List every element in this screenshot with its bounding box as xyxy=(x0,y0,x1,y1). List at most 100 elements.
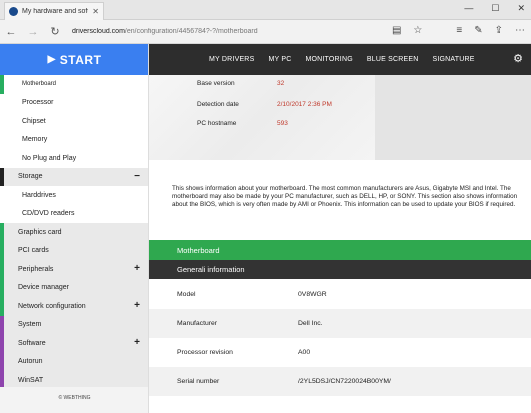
sidebar-item-graphics-card[interactable]: Graphics card xyxy=(0,223,148,242)
nav-my-pc[interactable]: MY PC xyxy=(268,56,291,63)
table-row: Model 0V8WGR xyxy=(149,280,531,309)
subsection-title: Generali information xyxy=(177,265,245,274)
nav-monitoring[interactable]: MONITORING xyxy=(305,56,352,63)
section-title: Motherboard xyxy=(177,245,220,255)
sidebar-menu: Motherboard Processor Chipset Memory No Plug… xyxy=(0,75,148,390)
address-bar-row: ← → ↻ driverscloud.com/en/configuration/… xyxy=(0,20,531,44)
sidebar-item-label: Software xyxy=(18,339,46,347)
row-value: 0V8WGR xyxy=(298,291,327,298)
start-label: START xyxy=(59,52,102,67)
top-navigation: MY DRIVERS MY PC MONITORING BLUE SCREEN … xyxy=(149,44,531,75)
sidebar-item-label: Harddrives xyxy=(22,191,56,199)
more-icon[interactable]: ⋯ xyxy=(515,25,525,36)
close-tab-icon[interactable]: ✕ xyxy=(92,7,99,16)
minimize-icon[interactable]: — xyxy=(464,3,473,14)
sidebar-item-device-manager[interactable]: Device manager xyxy=(0,278,148,297)
hero-value: 32 xyxy=(277,80,285,87)
sidebar: ▶ START Motherboard Processor Chipset Memor… xyxy=(0,44,149,413)
sidebar-item-motherboard[interactable]: Motherboard xyxy=(0,75,148,94)
hero-key: PC hostname xyxy=(197,120,237,127)
url-field[interactable]: driverscloud.com/en/configuration/445678… xyxy=(72,28,372,35)
refresh-icon[interactable]: ↻ xyxy=(44,25,66,38)
sidebar-item-label: WinSAT xyxy=(18,376,44,384)
sidebar-item-cd-dvd-readers[interactable]: CD/DVD readers xyxy=(0,204,148,223)
sidebar-item-label: Chipset xyxy=(22,117,46,125)
reading-view-icon[interactable]: ▤ xyxy=(392,25,401,36)
favorite-star-icon[interactable]: ☆ xyxy=(413,25,422,36)
hero-image-area xyxy=(375,75,531,160)
hub-icon[interactable]: ≡ xyxy=(456,25,462,36)
sidebar-item-chipset[interactable]: Chipset xyxy=(0,112,148,131)
table-row: Processor revision A00 xyxy=(149,338,531,367)
url-path: /en/configuration/4456784?-?/motherboard xyxy=(124,28,258,35)
forward-icon[interactable]: → xyxy=(22,26,44,38)
row-value: A00 xyxy=(298,349,311,356)
settings-gear-icon[interactable]: ⚙ xyxy=(513,52,523,65)
hero-row-base-version: Base version 32 xyxy=(197,80,367,87)
nav-blue-screen[interactable]: BLUE SCREEN xyxy=(367,56,419,63)
sidebar-item-label: CD/DVD readers xyxy=(22,210,75,218)
browser-toolbar-icons: ▤ ☆ ≡ ✎ ⇪ ⋯ xyxy=(392,25,525,36)
sidebar-item-system[interactable]: System xyxy=(0,315,148,334)
motherboard-description: This shows information about your mother… xyxy=(172,185,518,208)
hero-row-pc-hostname: PC hostname 593 xyxy=(197,120,367,127)
row-key: Manufacturer xyxy=(177,320,218,327)
sidebar-item-label: Peripherals xyxy=(18,265,54,273)
expand-plus-icon[interactable]: + xyxy=(134,300,140,311)
row-key: Serial number xyxy=(177,378,220,385)
notes-icon[interactable]: ✎ xyxy=(474,25,482,36)
url-domain: driverscloud.com xyxy=(72,28,125,35)
expand-plus-icon[interactable]: + xyxy=(134,337,140,348)
browser-titlebar: My hardware and softw ✕ — ☐ ✕ xyxy=(0,0,531,20)
collapse-minus-icon[interactable]: − xyxy=(134,171,140,182)
row-value: Dell Inc. xyxy=(298,320,323,327)
hero-key: Base version xyxy=(197,80,235,87)
sidebar-item-label: Storage xyxy=(18,173,43,181)
sidebar-item-label: Autorun xyxy=(18,358,43,366)
sidebar-item-label: Network configuration xyxy=(18,302,86,310)
sidebar-item-memory[interactable]: Memory xyxy=(0,130,148,149)
subsection-header-general-info: Generali information xyxy=(149,260,531,279)
hero-value: 593 xyxy=(277,120,288,127)
sidebar-item-label: Motherboard xyxy=(22,81,57,88)
section-header-motherboard: Motherboard xyxy=(149,240,531,260)
sidebar-item-label: PCI cards xyxy=(18,247,49,255)
row-value: /2YL5DSJ/CN7220024B00YM/ xyxy=(298,378,391,385)
sidebar-item-peripherals[interactable]: Peripherals + xyxy=(0,260,148,279)
sidebar-footer-logo: © WEBTHING xyxy=(0,387,148,413)
sidebar-item-no-plug-and-play[interactable]: No Plug and Play xyxy=(0,149,148,168)
sidebar-item-storage[interactable]: Storage − xyxy=(0,167,148,186)
expand-plus-icon[interactable]: + xyxy=(134,263,140,274)
table-row: Manufacturer Dell Inc. xyxy=(149,309,531,338)
play-arrow-icon: ▶ xyxy=(47,54,56,65)
table-row: Serial number /2YL5DSJ/CN7220024B00YM/ xyxy=(149,367,531,396)
sidebar-item-network-configuration[interactable]: Network configuration + xyxy=(0,297,148,316)
hero-value: 2/10/2017 2:36 PM xyxy=(277,101,332,108)
window-controls: — ☐ ✕ xyxy=(464,3,525,14)
hero-row-detection-date: Detection date 2/10/2017 2:36 PM xyxy=(197,101,367,108)
maximize-icon[interactable]: ☐ xyxy=(491,3,499,14)
sidebar-item-label: Device manager xyxy=(18,284,69,292)
row-key: Model xyxy=(177,291,196,298)
tab-title: My hardware and softw xyxy=(22,8,89,15)
sidebar-item-autorun[interactable]: Autorun xyxy=(0,352,148,371)
start-button[interactable]: ▶ START xyxy=(0,44,148,75)
browser-tab[interactable]: My hardware and softw ✕ xyxy=(4,2,104,20)
sidebar-item-processor[interactable]: Processor xyxy=(0,93,148,112)
share-icon[interactable]: ⇪ xyxy=(495,25,503,36)
sidebar-item-label: Memory xyxy=(22,136,48,144)
hero-key: Detection date xyxy=(197,101,239,108)
nav-my-drivers[interactable]: MY DRIVERS xyxy=(209,56,254,63)
sidebar-item-pci-cards[interactable]: PCI cards xyxy=(0,241,148,260)
nav-signature[interactable]: SIGNATURE xyxy=(432,56,474,63)
back-icon[interactable]: ← xyxy=(0,26,22,38)
hero-panel: Base version 32 Detection date 2/10/2017… xyxy=(149,75,375,160)
sidebar-item-label: No Plug and Play xyxy=(22,154,77,162)
sidebar-item-label: System xyxy=(18,321,42,329)
sidebar-item-label: Graphics card xyxy=(18,228,62,236)
close-window-icon[interactable]: ✕ xyxy=(517,3,525,14)
sidebar-item-harddrives[interactable]: Harddrives xyxy=(0,186,148,205)
site-favicon-icon xyxy=(9,7,18,16)
row-key: Processor revision xyxy=(177,349,233,356)
sidebar-item-software[interactable]: Software + xyxy=(0,334,148,353)
